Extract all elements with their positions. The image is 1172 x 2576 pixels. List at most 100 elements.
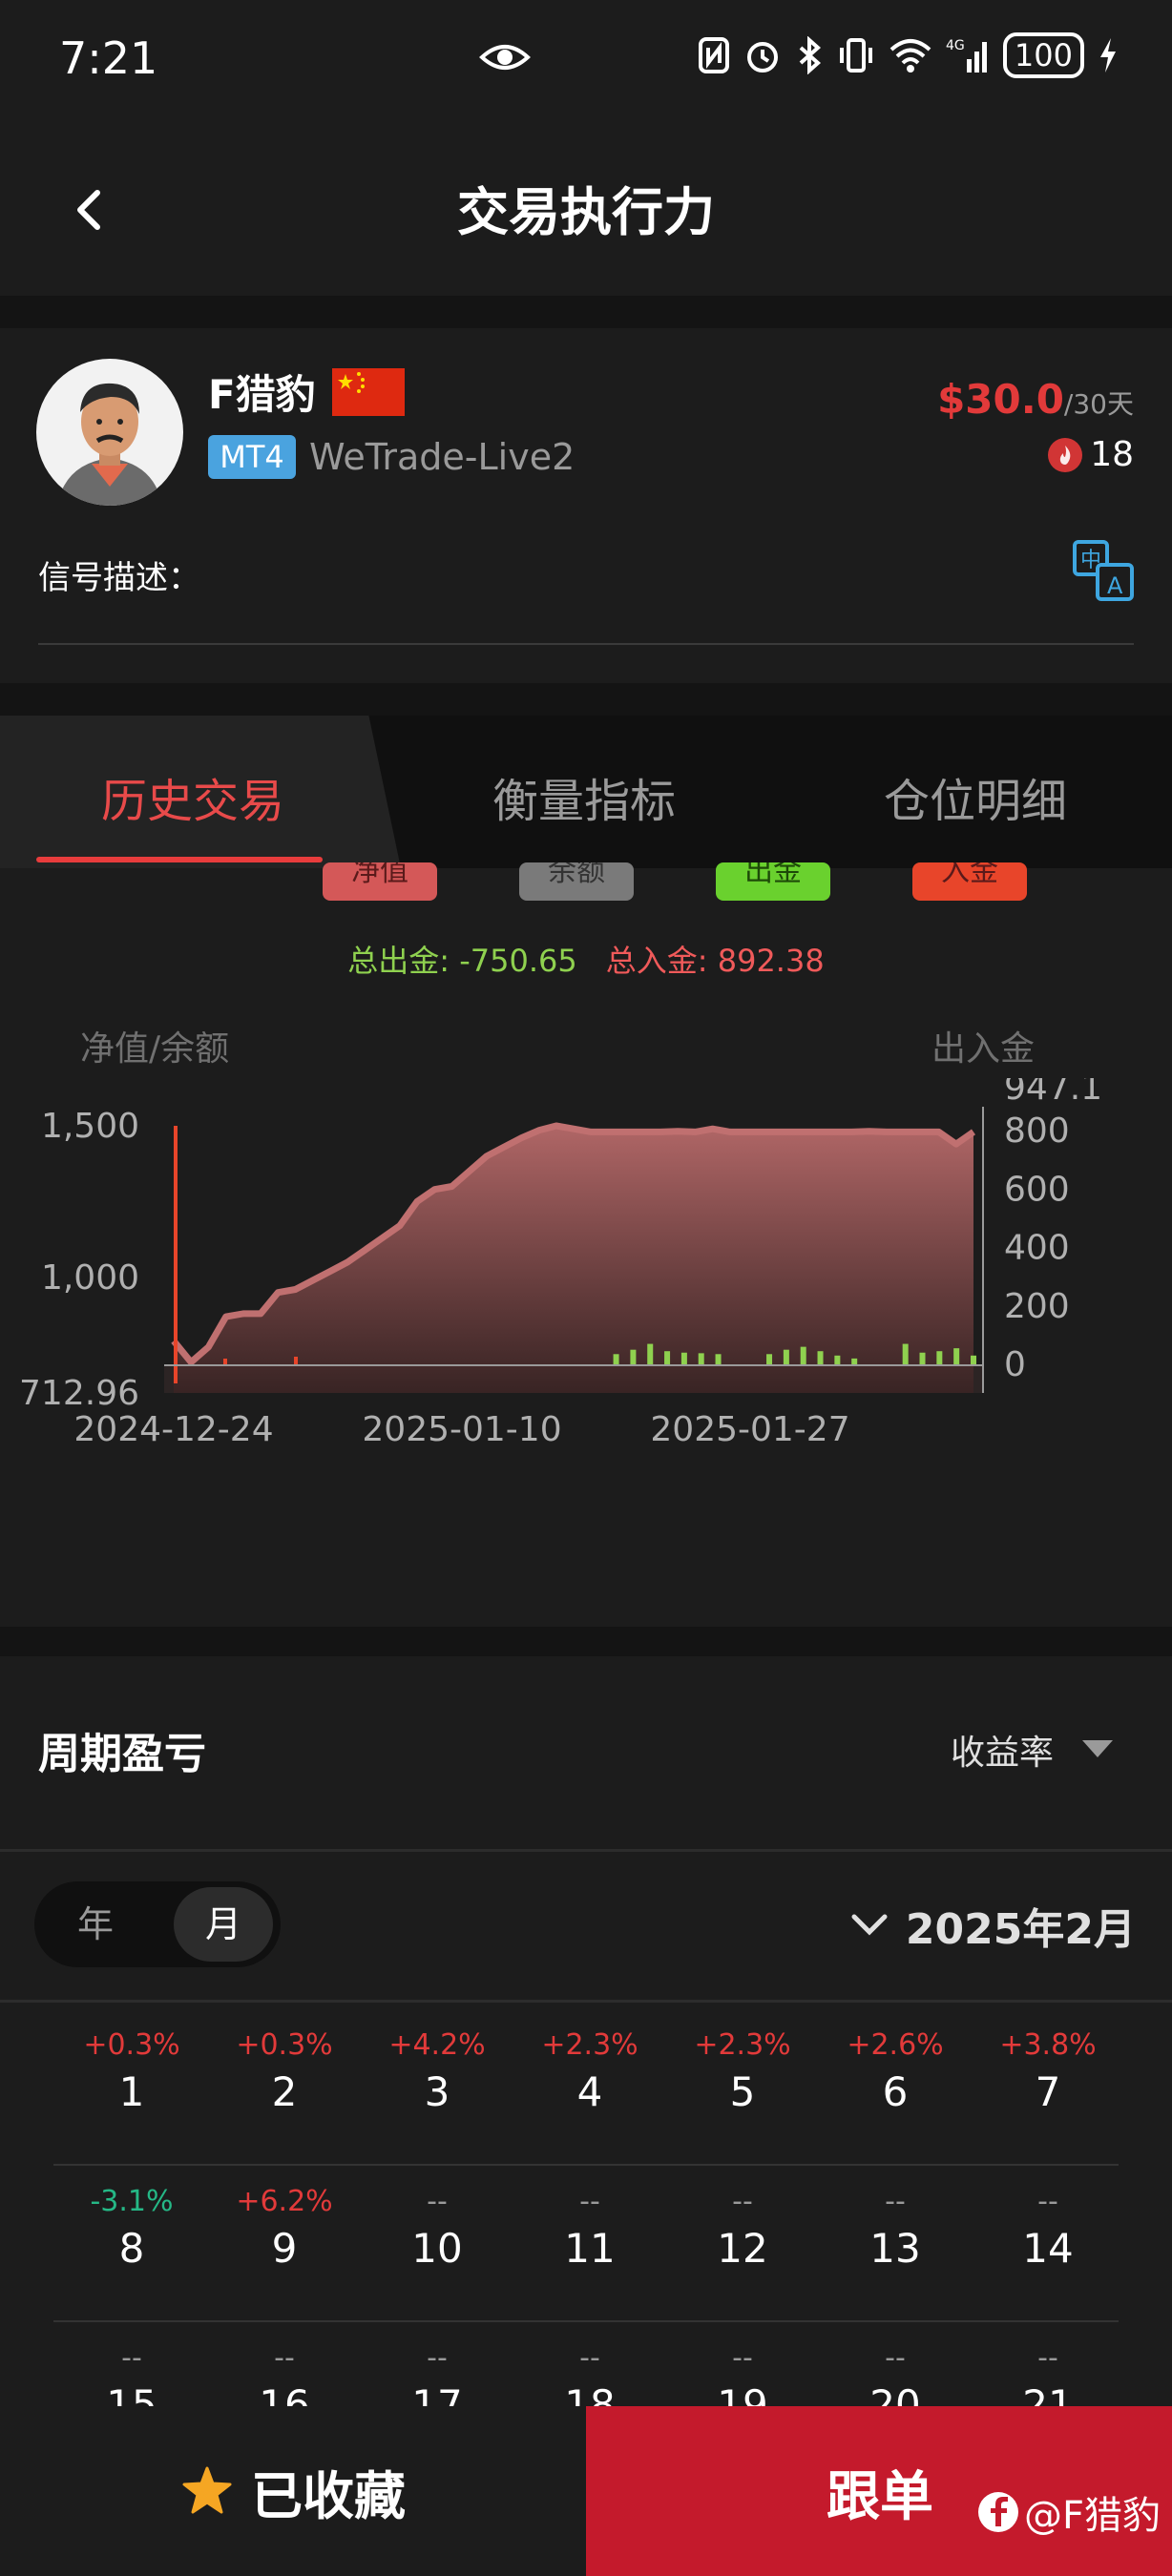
withdrawal-bar <box>953 1348 960 1364</box>
selected-month: 2025年2月 <box>905 1905 1136 1954</box>
battery-indicator: 100 <box>1002 32 1084 78</box>
svg-text:中: 中 <box>1080 549 1101 572</box>
calendar-day-cell[interactable]: -- 14 <box>981 2183 1115 2272</box>
day-return: -- <box>732 2341 753 2375</box>
calendar-day-cell[interactable]: +0.3% 1 <box>65 2026 199 2115</box>
y-right-tick: 800 <box>1004 1111 1070 1151</box>
withdrawal-bar <box>698 1353 704 1364</box>
day-return: -- <box>121 2341 142 2375</box>
legend-equity[interactable]: 净值 <box>323 862 437 901</box>
platform-badge: MT4 <box>208 435 296 479</box>
day-return: -- <box>1037 2341 1058 2375</box>
calendar-day-cell[interactable]: +2.3% 4 <box>523 2026 657 2115</box>
signal-description-label: 信号描述： <box>38 559 200 597</box>
legend-withdrawal[interactable]: 出金 <box>716 862 830 901</box>
china-flag-icon <box>332 368 405 416</box>
status-icons: 4G 100 <box>698 32 1119 78</box>
tab-history-trades[interactable]: 历史交易 <box>101 763 284 830</box>
calendar-day-cell[interactable]: +3.8% 7 <box>981 2026 1115 2115</box>
calendar-day-cell[interactable]: +2.3% 5 <box>676 2026 809 2115</box>
toggle-month[interactable]: 月 <box>174 1887 273 1962</box>
translate-icon[interactable]: 中 A <box>1071 538 1136 603</box>
legend-balance[interactable]: 余额 <box>519 862 634 901</box>
charging-icon <box>1100 38 1116 73</box>
subscription-price: $30.0/30天 <box>937 376 1134 423</box>
day-return: +3.8% <box>999 2028 1097 2062</box>
signal-icon: 4G <box>946 38 987 73</box>
day-return: +4.2% <box>388 2028 486 2062</box>
total-withdrawal: 总出金: -750.65 <box>347 943 577 979</box>
caret-down-icon[interactable] <box>1082 1740 1113 1757</box>
svg-text:A: A <box>1107 572 1123 599</box>
calendar-day-cell[interactable]: -- 11 <box>523 2183 657 2272</box>
calendar-day-cell[interactable]: +4.2% 3 <box>370 2026 504 2115</box>
status-bar: 7:21 4G 100 <box>0 0 1172 114</box>
favorite-label: 已收藏 <box>251 2465 406 2526</box>
status-time: 7:21 <box>59 32 158 84</box>
calendar-day-cell[interactable]: -- 12 <box>676 2183 809 2272</box>
equity-area <box>174 1126 973 1393</box>
calendar-day-cell[interactable]: -3.1% 8 <box>65 2183 199 2272</box>
calendar-day-cell[interactable]: +2.6% 6 <box>828 2026 962 2115</box>
watermark-logo-icon <box>977 2492 1018 2532</box>
equity-chart[interactable]: 1,500 1,000 712.96 947.1800 600 400 200 0 2024-1… <box>0 1078 1172 1479</box>
withdrawal-bar <box>936 1351 943 1364</box>
day-number: 14 <box>1022 2225 1074 2272</box>
y-right-tick: 947.1 <box>1004 1078 1102 1108</box>
alarm-icon <box>746 42 778 73</box>
day-number: 12 <box>717 2225 768 2272</box>
withdrawal-bar <box>630 1349 637 1364</box>
vibrate-icon <box>839 38 872 73</box>
y-left-tick: 1,500 <box>41 1107 139 1146</box>
fire-icon <box>1048 437 1083 472</box>
legend-deposit[interactable]: 入金 <box>912 862 1027 901</box>
follow-label: 跟单 <box>827 2466 933 2528</box>
day-number: 4 <box>576 2068 603 2115</box>
x-tick: 2024-12-24 <box>73 1410 273 1449</box>
toggle-year[interactable]: 年 <box>34 1881 157 1967</box>
favorite-button[interactable]: 已收藏 <box>0 2406 586 2576</box>
day-number: 9 <box>271 2225 298 2272</box>
withdrawal-bar <box>800 1346 806 1364</box>
day-number: 8 <box>118 2225 145 2272</box>
eye-icon <box>479 45 531 70</box>
withdrawal-bar <box>680 1352 687 1364</box>
y-left-tick: 1,000 <box>41 1258 139 1298</box>
tab-positions[interactable]: 仓位明细 <box>884 763 1067 830</box>
day-number: 2 <box>271 2068 298 2115</box>
day-return: -- <box>1037 2185 1058 2218</box>
nfc-icon <box>698 37 729 73</box>
calendar-day-cell[interactable]: -- 10 <box>370 2183 504 2272</box>
calendar-day-cell[interactable]: +0.3% 2 <box>218 2026 351 2115</box>
tab-metrics[interactable]: 衡量指标 <box>492 763 676 830</box>
day-return: +6.2% <box>236 2185 333 2218</box>
metric-dropdown[interactable]: 收益率 <box>951 1725 1054 1775</box>
day-number: 5 <box>729 2068 756 2115</box>
y-right-tick: 600 <box>1004 1170 1070 1209</box>
calendar-week-row: -3.1% 8 +6.2% 9 -- 10 -- 11 -- 12 -- 13 -- 14 <box>0 2183 1080 2336</box>
page-title: 交易执行力 <box>457 182 715 242</box>
calendar-day-cell[interactable]: -- 13 <box>828 2183 962 2272</box>
bluetooth-icon <box>799 36 821 74</box>
withdrawal-bar <box>613 1354 619 1364</box>
day-return: -- <box>885 2185 906 2218</box>
day-return: -- <box>427 2341 448 2375</box>
calendar-day-cell[interactable]: +6.2% 9 <box>218 2183 351 2272</box>
day-return: -- <box>579 2341 600 2375</box>
avatar[interactable] <box>36 359 183 506</box>
watermark: @F猎豹 <box>977 2484 1161 2540</box>
tab-underline <box>36 857 323 862</box>
withdrawal-bar <box>971 1355 976 1364</box>
price-amount: $30.0 <box>937 376 1064 423</box>
month-selector[interactable]: 2025年2月 <box>850 1895 1136 1956</box>
y-right-title: 出入金 <box>931 1029 1035 1069</box>
watermark-text: @F猎豹 <box>1023 2494 1161 2538</box>
day-return: -- <box>579 2185 600 2218</box>
nav-bar: 交易执行力 <box>0 114 1172 296</box>
row-divider <box>53 2320 1119 2322</box>
divider <box>0 1849 1172 1852</box>
day-return: -- <box>427 2185 448 2218</box>
y-left-tick: 712.96 <box>19 1374 139 1413</box>
withdrawal-bar <box>766 1354 773 1364</box>
avatar-illustration <box>57 383 162 506</box>
